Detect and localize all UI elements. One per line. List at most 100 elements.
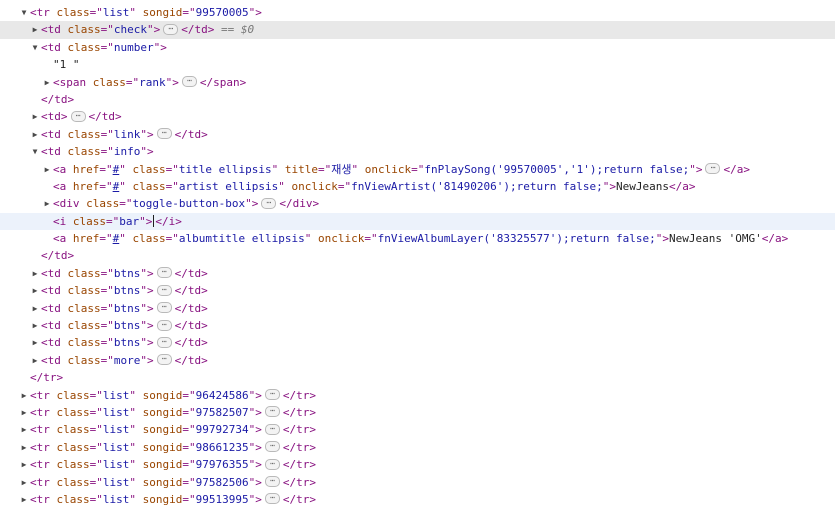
dom-node-close[interactable]: </td>	[0, 247, 835, 264]
tr-open-tag: <tr class="list" songid="97582506">	[30, 475, 262, 489]
ellipsis-icon[interactable]: ⋯	[264, 476, 280, 488]
triangle-right-icon[interactable]: ▶	[30, 334, 40, 351]
td-info-open: <td class="info">	[41, 145, 154, 159]
dom-node-tr-collapsed[interactable]: ▶ <tr class="list" songid="97976355"> ⋯ </…	[0, 456, 835, 473]
tr-open-tag: <tr class="list" songid="99513995">	[30, 492, 262, 506]
ellipsis-icon[interactable]: ⋯	[156, 128, 172, 140]
td-check-close: </td>	[181, 23, 215, 37]
dom-node-a-album[interactable]: <a href="#" class="albumtitle ellipsis" …	[0, 230, 835, 247]
ellipsis-icon[interactable]: ⋯	[156, 267, 172, 279]
triangle-right-icon[interactable]: ▶	[30, 126, 40, 143]
dom-node-close[interactable]: </tr>	[0, 369, 835, 386]
number-text: "1 "	[53, 58, 80, 72]
dom-node-tr-collapsed[interactable]: ▶ <tr class="list" songid="99513995"> ⋯ </…	[0, 491, 835, 508]
triangle-right-icon[interactable]: ▶	[19, 421, 29, 438]
dom-text-node[interactable]: "1 "	[0, 56, 835, 73]
dom-node-tr-collapsed[interactable]: ▶ <tr class="list" songid="98661235"> ⋯ </…	[0, 439, 835, 456]
triangle-right-icon[interactable]: ▶	[42, 195, 52, 212]
td-btns-open: <td class="btns">	[41, 319, 154, 333]
ellipsis-icon[interactable]: ⋯	[156, 336, 172, 348]
ellipsis-icon[interactable]: ⋯	[70, 110, 86, 122]
tr-open-tag: <tr class="list" songid="97976355">	[30, 458, 262, 472]
dom-node-tr-collapsed[interactable]: ▶ <tr class="list" songid="97582506"> ⋯ </…	[0, 474, 835, 491]
ellipsis-icon[interactable]: ⋯	[163, 23, 179, 35]
triangle-right-icon[interactable]: ▶	[30, 108, 40, 125]
span-rank-close: </span>	[199, 75, 247, 89]
ellipsis-icon[interactable]: ⋯	[156, 284, 172, 296]
tr-close-tag: </tr>	[282, 388, 316, 402]
td-btns-open: <td class="btns">	[41, 284, 154, 298]
ellipsis-icon[interactable]: ⋯	[181, 76, 197, 88]
dom-node-span-rank[interactable]: ▶ <span class="rank"> ⋯ </span>	[0, 74, 835, 91]
dom-node-tr-collapsed[interactable]: ▶ <tr class="list" songid="97582507"> ⋯ </…	[0, 404, 835, 421]
dom-node-td-empty[interactable]: ▶ <td> ⋯ </td>	[0, 108, 835, 125]
tr-close-tag: </tr>	[282, 458, 316, 472]
ellipsis-icon[interactable]: ⋯	[264, 493, 280, 505]
dom-node-td-more[interactable]: ▶ <td class="more"> ⋯ </td>	[0, 352, 835, 369]
triangle-right-icon[interactable]: ▶	[30, 282, 40, 299]
a-artist-open: <a href="#" class="artist ellipsis" oncl…	[53, 179, 616, 193]
td-check-open: <td class="check">	[41, 23, 161, 37]
triangle-right-icon[interactable]: ▶	[19, 491, 29, 508]
triangle-down-icon[interactable]: ▼	[19, 4, 29, 21]
dom-node-td-btns[interactable]: ▶ <td class="btns"> ⋯ </td>	[0, 300, 835, 317]
triangle-right-icon[interactable]: ▶	[19, 439, 29, 456]
triangle-down-icon[interactable]: ▼	[30, 39, 40, 56]
ellipsis-icon[interactable]: ⋯	[264, 406, 280, 418]
dom-node-td-number[interactable]: ▼ <td class="number">	[0, 39, 835, 56]
ellipsis-icon[interactable]: ⋯	[261, 197, 277, 209]
dom-node-div-toggle[interactable]: ▶ <div class="toggle-button-box"> ⋯ </div>	[0, 195, 835, 212]
artist-name: NewJeans	[616, 179, 669, 193]
td-close: </td>	[174, 266, 208, 280]
triangle-right-icon[interactable]: ▶	[19, 474, 29, 491]
triangle-right-icon[interactable]: ▶	[30, 317, 40, 334]
ellipsis-icon[interactable]: ⋯	[156, 319, 172, 331]
i-close: </i>	[155, 214, 182, 228]
dom-node-a-title[interactable]: ▶ <a href="#" class="title ellipsis" tit…	[0, 161, 835, 178]
tr-open-tag: <tr class="list" songid="97582507">	[30, 405, 262, 419]
tr-open-tag: <tr class="list" songid="98661235">	[30, 440, 262, 454]
div-close: </div>	[279, 197, 320, 211]
dom-node-td-btns[interactable]: ▶ <td class="btns"> ⋯ </td>	[0, 282, 835, 299]
dom-node-td-btns[interactable]: ▶ <td class="btns"> ⋯ </td>	[0, 334, 835, 351]
dom-node-a-artist[interactable]: <a href="#" class="artist ellipsis" oncl…	[0, 178, 835, 195]
ellipsis-icon[interactable]: ⋯	[264, 389, 280, 401]
ellipsis-icon[interactable]: ⋯	[705, 163, 721, 175]
dom-node-td-link[interactable]: ▶ <td class="link"> ⋯ </td>	[0, 126, 835, 143]
td-close-tag: </td>	[41, 92, 75, 106]
dom-node-i-bar[interactable]: <i class="bar"> </i>	[0, 212, 835, 231]
tr-close-tag: </tr>	[282, 423, 316, 437]
ellipsis-icon[interactable]: ⋯	[264, 441, 280, 453]
ellipsis-icon[interactable]: ⋯	[156, 302, 172, 314]
td-close: </td>	[174, 127, 208, 141]
triangle-right-icon[interactable]: ▶	[19, 456, 29, 473]
tr-open-tag: <tr class="list" songid="96424586">	[30, 388, 262, 402]
td-close: </td>	[174, 336, 208, 350]
triangle-right-icon[interactable]: ▶	[30, 265, 40, 282]
triangle-right-icon[interactable]: ▶	[30, 21, 40, 38]
tr-close-tag: </tr>	[282, 475, 316, 489]
triangle-right-icon[interactable]: ▶	[30, 300, 40, 317]
ellipsis-icon[interactable]: ⋯	[156, 354, 172, 366]
dom-node-td-btns[interactable]: ▶ <td class="btns"> ⋯ </td>	[0, 317, 835, 334]
triangle-right-icon[interactable]: ▶	[42, 74, 52, 91]
dom-node-tr-99570005[interactable]: ▼ <tr class="list" songid="99570005">	[0, 4, 835, 21]
ellipsis-icon[interactable]: ⋯	[264, 458, 280, 470]
dom-node-td-check[interactable]: ▶ <td class="check"> ⋯ </td> == $0	[0, 21, 835, 39]
a-close: </a>	[761, 232, 789, 246]
ellipsis-icon[interactable]: ⋯	[264, 423, 280, 435]
triangle-right-icon[interactable]: ▶	[42, 161, 52, 178]
triangle-right-icon[interactable]: ▶	[30, 352, 40, 369]
triangle-down-icon[interactable]: ▼	[30, 143, 40, 160]
triangle-right-icon[interactable]: ▶	[19, 404, 29, 421]
i-bar-open: <i class="bar">	[53, 214, 153, 228]
dom-node-tr-collapsed[interactable]: ▶ <tr class="list" songid="96424586"> ⋯ </…	[0, 387, 835, 404]
div-toggle-open: <div class="toggle-button-box">	[53, 197, 259, 211]
dom-node-td-btns[interactable]: ▶ <td class="btns"> ⋯ </td>	[0, 265, 835, 282]
triangle-right-icon[interactable]: ▶	[19, 387, 29, 404]
dom-node-tr-collapsed[interactable]: ▶ <tr class="list" songid="99792734"> ⋯ </…	[0, 421, 835, 438]
a-title-open: <a href="#" class="title ellipsis" title…	[53, 162, 703, 176]
dom-node-td-info[interactable]: ▼ <td class="info">	[0, 143, 835, 160]
dom-node-close[interactable]: </td>	[0, 91, 835, 108]
elements-panel: ▼ <tr class="list" songid="99570005"> ▶ …	[0, 0, 835, 507]
